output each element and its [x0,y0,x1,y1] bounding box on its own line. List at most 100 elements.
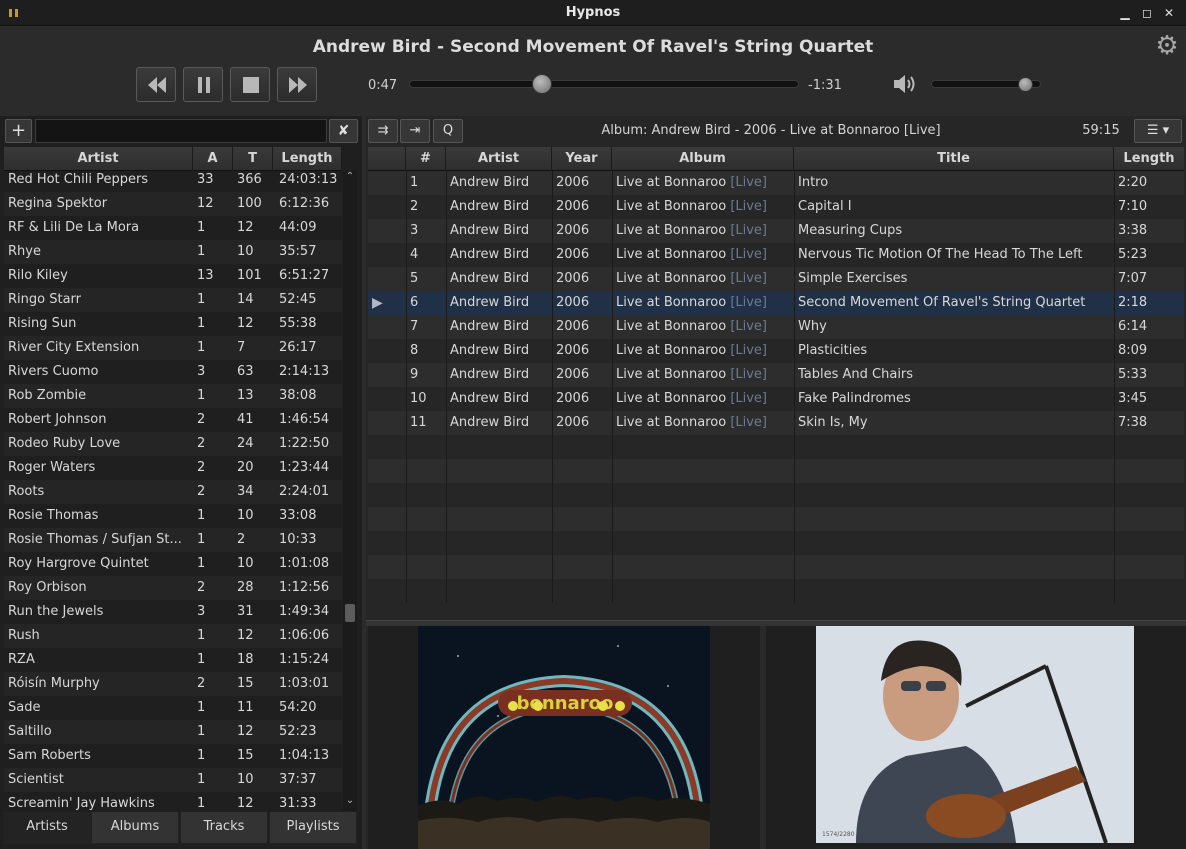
column-header-artist[interactable]: Artist [4,147,193,171]
track-album-name: Live at Bonnaroo [616,247,727,262]
artist-row[interactable]: Rob Zombie 1 13 38:08 [4,384,342,408]
artist-row[interactable]: Rush 1 12 1:06:06 [4,624,342,648]
playlist-row[interactable]: 11 Andrew Bird 2006 Live at Bonnaroo [Live]… [368,411,1184,435]
column-header-tracks[interactable]: T [233,147,273,171]
artist-track-count: 31 [237,604,254,619]
artist-row[interactable]: Roger Waters 2 20 1:23:44 [4,456,342,480]
artist-photo-image: 1574/2280 [816,626,1134,843]
column-header-length[interactable]: Length [273,147,342,171]
column-separator [612,579,613,603]
column-separator [446,579,447,603]
repeat-mode-button[interactable]: ⇥ [400,119,430,143]
column-header-album[interactable]: Album [612,147,794,171]
settings-gear-icon[interactable]: ⚙ [1153,32,1181,60]
playlist-label: Album: Andrew Bird - 2006 - Live at Bonn… [601,123,941,138]
stop-button[interactable] [230,67,270,102]
pause-button[interactable] [183,67,223,102]
column-separator [612,291,613,315]
track-album: Live at Bonnaroo [Live] [616,171,792,195]
stop-icon [243,77,259,93]
previous-button[interactable] [136,67,176,102]
track-artist: Andrew Bird [450,415,530,430]
artist-row[interactable]: Rosie Thomas 1 10 33:08 [4,504,342,528]
tab-albums[interactable]: Albums [91,812,179,844]
tab-artists[interactable]: Artists [3,812,91,844]
volume-slider-handle[interactable] [1017,77,1033,92]
playlist-row[interactable]: 5 Andrew Bird 2006 Live at Bonnaroo [Live] S… [368,267,1184,291]
column-separator [794,483,795,507]
artist-row[interactable]: Sam Roberts 1 15 1:04:13 [4,744,342,768]
scroll-down-icon[interactable]: ⌄ [345,795,355,806]
minimize-button[interactable]: ▁ [1116,4,1134,22]
artist-album-count: 1 [197,508,206,523]
next-button[interactable] [277,67,317,102]
artist-row[interactable]: Regina Spektor 12 100 6:12:36 [4,192,342,216]
maximize-button[interactable]: ◻ [1138,4,1156,22]
seek-slider[interactable] [409,80,799,88]
artist-table-scrollbar[interactable]: ⌃ ⌄ [343,171,357,811]
playlist-row[interactable]: 10 Andrew Bird 2006 Live at Bonnaroo [Live]… [368,387,1184,411]
artist-name: Scientist [8,772,64,787]
playlist-row[interactable]: 3 Andrew Bird 2006 Live at Bonnaroo [Live] M… [368,219,1184,243]
artist-row[interactable]: Rilo Kiley 13 101 6:51:27 [4,264,342,288]
queue-button[interactable]: Q [433,119,463,143]
library-search-input[interactable] [35,119,327,143]
tab-playlists[interactable]: Playlists [269,812,357,844]
column-header-title[interactable]: Title [794,147,1114,171]
artist-row[interactable]: Saltillo 1 12 52:23 [4,720,342,744]
close-button[interactable]: ✕ [1160,4,1178,22]
artist-row[interactable]: Róisín Murphy 2 15 1:03:01 [4,672,342,696]
column-header-year[interactable]: Year [552,147,612,171]
artist-row[interactable]: Roots 2 34 2:24:01 [4,480,342,504]
playlist-menu-button[interactable]: ☰ ▾ [1134,119,1182,143]
playlist-row[interactable]: 2 Andrew Bird 2006 Live at Bonnaroo [Live] C… [368,195,1184,219]
column-separator [1114,387,1115,411]
playlist-row[interactable]: 4 Andrew Bird 2006 Live at Bonnaroo [Live] N… [368,243,1184,267]
artist-row[interactable]: Screamin' Jay Hawkins 1 12 31:33 [4,792,342,811]
artist-row[interactable]: Robert Johnson 2 41 1:46:54 [4,408,342,432]
artist-album-count: 13 [197,268,214,283]
track-length: 5:23 [1118,247,1148,262]
shuffle-mode-button[interactable]: ⇉ [368,119,398,143]
playlist-row[interactable]: 7 Andrew Bird 2006 Live at Bonnaroo [Live] W… [368,315,1184,339]
track-title: Capital I [798,199,852,214]
column-separator [406,291,407,315]
playlist-row[interactable]: 9 Andrew Bird 2006 Live at Bonnaroo [Live] T… [368,363,1184,387]
track-album-tag: [Live] [730,175,768,190]
playlist-row[interactable]: 8 Andrew Bird 2006 Live at Bonnaroo [Live] P… [368,339,1184,363]
artist-row[interactable]: Rhye 1 10 35:57 [4,240,342,264]
column-header-number[interactable]: # [406,147,446,171]
column-separator [406,483,407,507]
scrollbar-thumb[interactable] [345,604,355,622]
artist-row[interactable]: Rising Sun 1 12 55:38 [4,312,342,336]
artist-row[interactable]: Rosie Thomas / Sufjan St... 1 2 10:33 [4,528,342,552]
column-header-artist[interactable]: Artist [446,147,552,171]
add-folder-button[interactable]: + [5,119,32,143]
tab-tracks[interactable]: Tracks [180,812,268,844]
artist-row[interactable]: Ringo Starr 1 14 52:45 [4,288,342,312]
artist-row[interactable]: River City Extension 1 7 26:17 [4,336,342,360]
artist-row[interactable]: Sade 1 11 54:20 [4,696,342,720]
artist-row[interactable]: Roy Orbison 2 28 1:12:56 [4,576,342,600]
column-header-playing[interactable] [368,147,406,171]
artist-length: 35:57 [279,244,317,259]
scroll-up-icon[interactable]: ⌃ [345,171,355,182]
artist-row[interactable]: RZA 1 18 1:15:24 [4,648,342,672]
playlist-row[interactable]: ▶ 6 Andrew Bird 2006 Live at Bonnaroo [Live]… [368,291,1184,315]
artist-row[interactable]: Rivers Cuomo 3 63 2:14:13 [4,360,342,384]
artist-row[interactable]: Red Hot Chili Peppers 33 366 24:03:13 [4,171,342,192]
artist-row[interactable]: Rodeo Ruby Love 2 24 1:22:50 [4,432,342,456]
track-artist: Andrew Bird [450,343,530,358]
artist-row[interactable]: RF & Lili De La Mora 1 12 44:09 [4,216,342,240]
seek-slider-handle[interactable] [531,74,552,94]
column-header-albums[interactable]: A [193,147,233,171]
artist-row[interactable]: Run the Jewels 3 31 1:49:34 [4,600,342,624]
volume-speaker-icon[interactable] [892,72,918,96]
artist-row[interactable]: Roy Hargrove Quintet 1 10 1:01:08 [4,552,342,576]
column-separator [446,507,447,531]
column-header-length[interactable]: Length [1114,147,1184,171]
column-separator [446,291,447,315]
artist-row[interactable]: Scientist 1 10 37:37 [4,768,342,792]
playlist-row[interactable]: 1 Andrew Bird 2006 Live at Bonnaroo [Live] I… [368,171,1184,195]
clear-search-button[interactable]: ✘ [329,119,358,143]
